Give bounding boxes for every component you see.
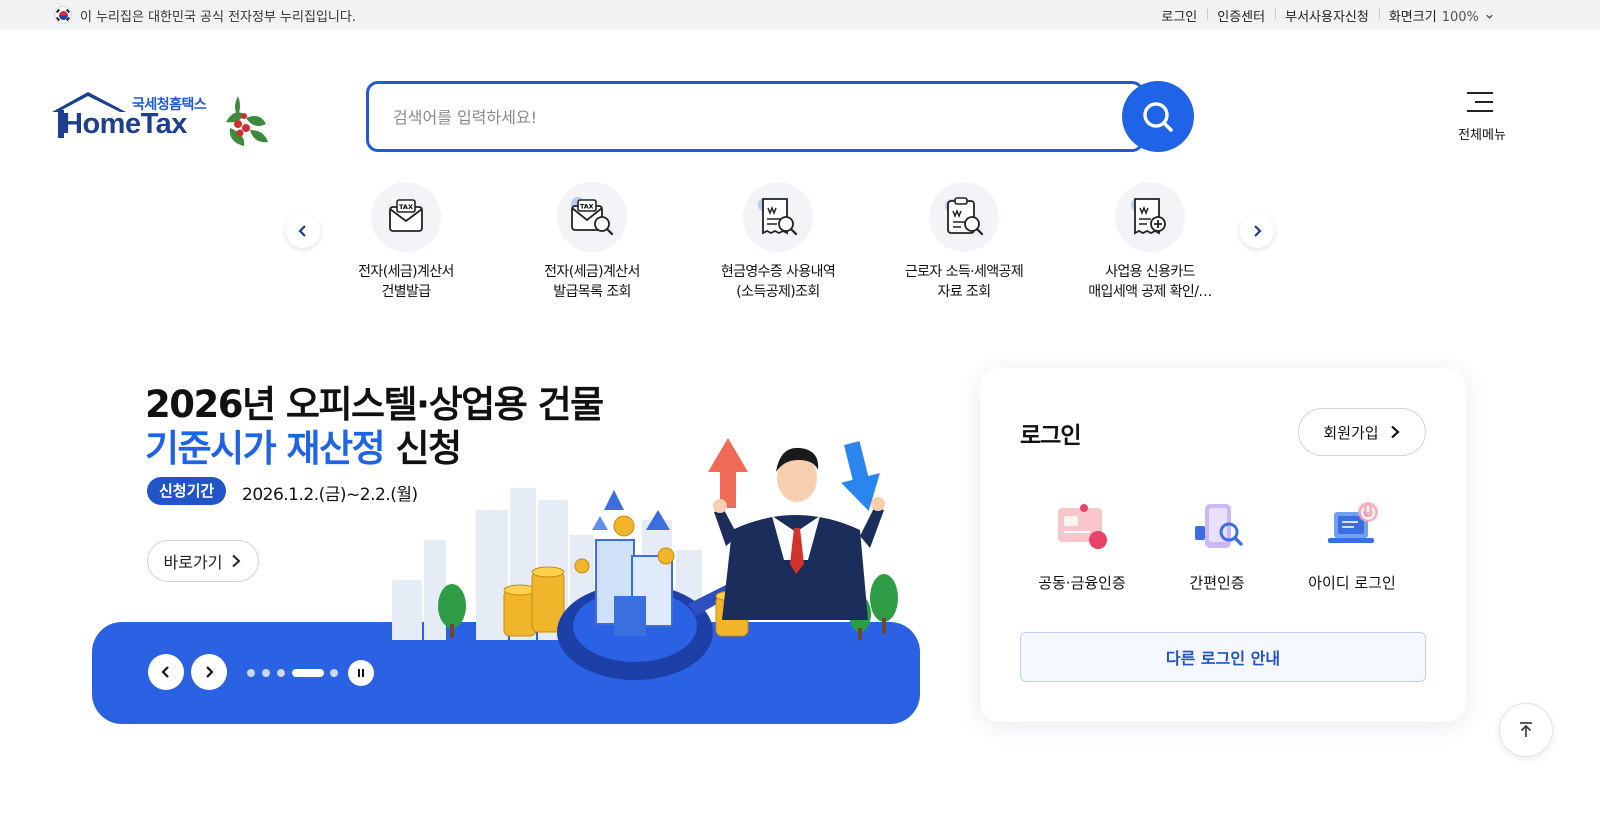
util-cert-center-link[interactable]: 인증센터	[1207, 6, 1275, 25]
chevron-left-icon	[161, 666, 169, 678]
arrow-up-icon	[1520, 722, 1532, 737]
banner-dot-2[interactable]	[262, 669, 270, 677]
quick-menu-label-1: 전자(세금)계산서	[358, 264, 454, 280]
quick-menu-label-1: 전자(세금)계산서	[544, 264, 640, 280]
quick-menu-prev-button[interactable]	[286, 214, 320, 248]
pause-icon	[358, 669, 364, 677]
search-bar	[366, 81, 1194, 152]
zoom-value: 100%	[1441, 9, 1479, 25]
search-box	[366, 81, 1144, 152]
zoom-control[interactable]: 화면크기 100%	[1378, 6, 1504, 25]
join-label: 회원가입	[1323, 423, 1379, 442]
quick-menu-label-1: 현금영수증 사용내역	[720, 264, 836, 280]
quick-menu-label-2: 매입세액 공제 확인/…	[1088, 284, 1212, 300]
scroll-to-top-button[interactable]	[1499, 703, 1553, 757]
cert-login-label: 공동·금융인증	[1038, 574, 1126, 592]
banner-go-label: 바로가기	[163, 553, 223, 572]
gov-notice-bar: 이 누리집은 대한민국 공식 전자정부 누리집입니다. 로그인 인증센터 부서사…	[0, 0, 1600, 30]
id-login-option[interactable]: 아이디 로그인	[1287, 498, 1417, 598]
quick-menu-label-1: 사업용 신용카드	[1105, 264, 1195, 280]
banner-title-highlight: 기준시가 재산정	[145, 427, 386, 470]
login-card: 로그인 회원가입 공동·금융인증 간편인증 아이디 로그인 다른 로그인 안내	[980, 368, 1466, 722]
simple-auth-label: 간편인증	[1189, 574, 1245, 592]
banner-dot-4-active[interactable]	[292, 669, 324, 677]
banner-title-line2: 기준시가 재산정 신청	[145, 418, 463, 472]
cert-login-option[interactable]: 공동·금융인증	[1017, 498, 1147, 598]
chevron-right-icon	[1390, 425, 1400, 439]
search-icon	[1143, 101, 1173, 132]
banner-period: 2026.1.2.(금)~2.2.(월)	[242, 485, 418, 505]
cash-receipt-search-icon	[743, 182, 813, 252]
zoom-label: 화면크기	[1388, 9, 1437, 25]
util-dept-user-link[interactable]: 부서사용자신청	[1275, 6, 1379, 25]
id-login-label: 아이디 로그인	[1308, 574, 1396, 592]
other-login-button[interactable]: 다른 로그인 안내	[1020, 632, 1426, 682]
banner-period-badge: 신청기간	[147, 477, 227, 505]
banner-pause-button[interactable]	[348, 660, 374, 686]
search-input[interactable]	[393, 104, 1093, 130]
quick-menu-label-2: 자료 조회	[937, 284, 992, 300]
deduction-document-search-icon	[929, 182, 999, 252]
chevron-right-icon	[206, 666, 214, 678]
quick-menu-label-2: (소득공제)조회	[736, 284, 820, 300]
svg-text:TAX: TAX	[580, 204, 594, 211]
quick-menu-item[interactable]: TAX 전자(세금)계산서건별발급	[316, 182, 496, 302]
chevron-right-icon	[232, 554, 241, 568]
banner-prev-button[interactable]	[148, 654, 184, 690]
banner-dot-3[interactable]	[277, 669, 285, 677]
banner-next-button[interactable]	[191, 654, 227, 690]
quick-menu-item[interactable]: 근로자 소득·세액공제자료 조회	[874, 182, 1054, 302]
join-button[interactable]: 회원가입	[1298, 408, 1426, 456]
gov-notice: 이 누리집은 대한민국 공식 전자정부 누리집입니다.	[54, 0, 356, 30]
chevron-down-icon	[1486, 14, 1493, 19]
other-login-label: 다른 로그인 안내	[1165, 649, 1281, 668]
quick-menu-item[interactable]: 현금영수증 사용내역 (소득공제)조회	[688, 182, 868, 302]
hamburger-icon	[1467, 92, 1493, 112]
quick-menu-label-2: 발급목록 조회	[553, 284, 631, 300]
banner-go-button[interactable]: 바로가기	[147, 540, 259, 582]
login-title: 로그인	[1020, 423, 1081, 449]
utility-links: 로그인 인증센터 부서사용자신청 화면크기 100%	[1151, 0, 1504, 30]
banner-dot-1[interactable]	[247, 669, 255, 677]
all-menu-button[interactable]: 전체메뉴	[1455, 90, 1507, 146]
quick-menu-label-2: 건별발급	[381, 284, 431, 300]
promo-banner[interactable]: 2026년 오피스텔·상업용 건물 기준시가 재산정 신청 신청기간 2026.…	[92, 360, 922, 724]
quick-menu-item[interactable]: 사업용 신용카드매입세액 공제 확인/…	[1060, 182, 1240, 302]
chevron-left-icon	[298, 225, 306, 237]
banner-title-rest: 신청	[384, 427, 463, 470]
laptop-power-icon	[1328, 502, 1378, 543]
quick-menu-next-button[interactable]	[1240, 214, 1274, 248]
quick-menu-item[interactable]: TAX 전자(세금)계산서발급목록 조회	[502, 182, 682, 302]
search-button[interactable]	[1122, 81, 1194, 152]
quick-menu-label-1: 근로자 소득·세액공제	[904, 264, 1024, 280]
chevron-right-icon	[1254, 225, 1262, 237]
certificate-card-icon	[1058, 504, 1107, 549]
tax-invoice-search-icon: TAX	[557, 182, 627, 252]
logo-wordmark: HomeTax	[62, 108, 187, 140]
util-login-link[interactable]: 로그인	[1151, 6, 1207, 25]
hometax-logo[interactable]: 국세청홈택스 HomeTax	[50, 88, 276, 154]
simple-auth-option[interactable]: 간편인증	[1152, 498, 1282, 598]
banner-dot-5[interactable]	[330, 669, 338, 677]
all-menu-label: 전체메뉴	[1458, 128, 1506, 143]
phone-search-icon	[1195, 504, 1243, 548]
korea-flag-icon	[54, 6, 72, 24]
svg-text:TAX: TAX	[399, 203, 413, 211]
holly-icon	[226, 96, 268, 146]
gov-notice-text: 이 누리집은 대한민국 공식 전자정부 누리집입니다.	[80, 9, 356, 25]
tax-invoice-envelope-icon: TAX	[371, 182, 441, 252]
credit-card-receipt-icon	[1115, 182, 1185, 252]
